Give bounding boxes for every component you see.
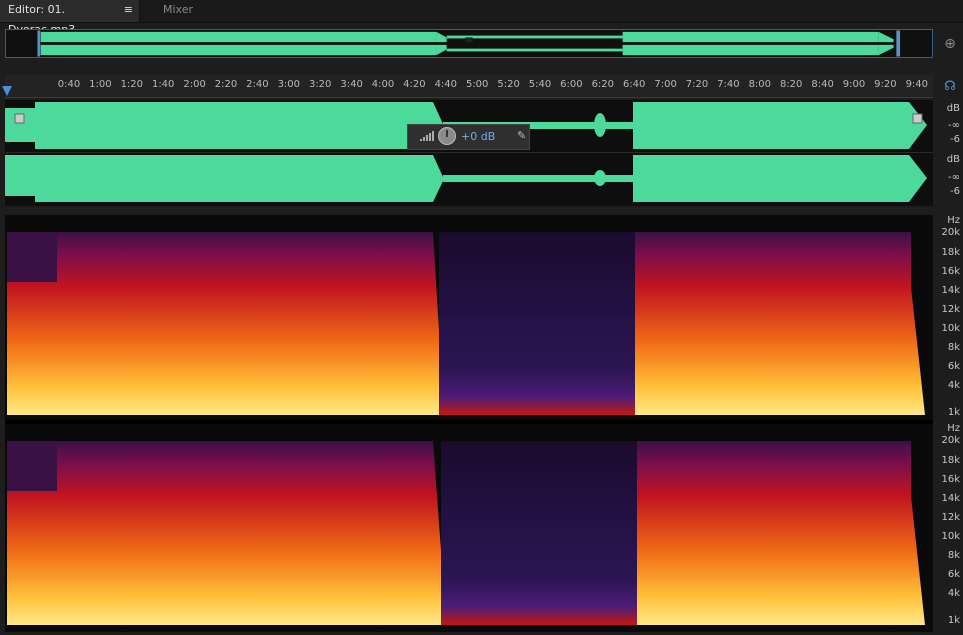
hz-unit: Hz bbox=[947, 215, 960, 226]
ruler-tick-label: 6:00 bbox=[560, 79, 583, 90]
hz-unit: Hz bbox=[947, 423, 960, 434]
ruler-tick-label: 5:40 bbox=[528, 79, 552, 90]
meter-icon bbox=[420, 131, 434, 141]
pin-icon[interactable]: ✎ bbox=[517, 129, 529, 143]
playhead-marker[interactable] bbox=[2, 86, 12, 96]
frequency-label: 1k bbox=[947, 615, 960, 626]
frequency-label: 4k bbox=[947, 380, 960, 391]
ruler-tick-label: 4:40 bbox=[434, 79, 458, 90]
gain-value[interactable]: +0 dB bbox=[461, 130, 495, 143]
frequency-label: 8k bbox=[947, 342, 960, 353]
frequency-label: 16k bbox=[941, 266, 960, 277]
db-unit: dB bbox=[946, 154, 960, 165]
ruler-tick-label: 8:20 bbox=[779, 79, 803, 90]
frequency-scale: Hz 20k 18k 16k 14k 12k 10k 8k 6k 4k 1k Hz 20k 18k 16k 1… bbox=[934, 215, 963, 632]
ruler-tick-label: 9:20 bbox=[874, 79, 897, 90]
spectral-view[interactable] bbox=[5, 215, 933, 632]
frequency-label: 14k bbox=[941, 493, 960, 504]
frequency-label: 6k bbox=[947, 569, 960, 580]
frequency-label: 10k bbox=[941, 323, 960, 334]
ruler-tick-label: 3:00 bbox=[277, 79, 301, 90]
ruler-tick-label: 4:00 bbox=[371, 79, 395, 90]
frequency-label: 12k bbox=[941, 512, 960, 523]
tab-bar: Editor: 01. Dvorac.mp3 ≡ Mixer bbox=[0, 0, 963, 36]
ruler-tick-label: 8:40 bbox=[811, 79, 834, 90]
ruler-tick-label: 4:20 bbox=[403, 79, 426, 90]
ruler-tick-label: 9:40 bbox=[905, 79, 929, 90]
overview-waveform[interactable] bbox=[5, 29, 933, 58]
tab-editor[interactable]: Editor: 01. Dvorac.mp3 ≡ bbox=[0, 0, 140, 36]
frequency-label: 1k bbox=[947, 407, 960, 418]
ruler-tick-label: 2:40 bbox=[246, 79, 269, 90]
ruler-tick-label: 1:40 bbox=[151, 79, 175, 90]
ruler-tick-label: 2:20 bbox=[214, 79, 238, 90]
ruler-tick-label: 1:20 bbox=[120, 79, 144, 90]
ruler-tick-label: 3:20 bbox=[308, 79, 332, 90]
frequency-label: 18k bbox=[941, 247, 960, 258]
ruler-tick-label: 9:00 bbox=[842, 79, 866, 90]
db-neg-6: -6 bbox=[950, 186, 960, 197]
ruler-tick-label: 7:20 bbox=[685, 79, 709, 90]
frequency-label: 4k bbox=[947, 588, 960, 599]
ruler-tick-label: 3:40 bbox=[340, 79, 363, 90]
headphones-icon[interactable]: ☊ bbox=[943, 80, 957, 94]
zoom-icon[interactable]: ⊕ bbox=[941, 35, 959, 53]
tab-menu-icon[interactable]: ≡ bbox=[124, 0, 133, 20]
ruler-tick-label: 6:20 bbox=[591, 79, 615, 90]
ruler-tick-label: 0:40 bbox=[57, 79, 81, 90]
ruler-tick-label: 7:40 bbox=[717, 79, 740, 90]
frequency-label: 12k bbox=[941, 304, 960, 315]
volume-knob[interactable] bbox=[438, 127, 456, 145]
db-neg-infinity: -∞ bbox=[948, 172, 960, 183]
frequency-label: 14k bbox=[941, 285, 960, 296]
waveform-view[interactable] bbox=[5, 100, 933, 206]
tab-mixer[interactable]: Mixer bbox=[155, 0, 201, 22]
time-ruler[interactable]: 0:40 1:00 1:20 1:40 2:00 2:20 2:40 3:00 3:20 3:40… bbox=[5, 75, 933, 98]
frequency-label: 8k bbox=[947, 550, 960, 561]
ruler-tick-label: 5:00 bbox=[465, 79, 489, 90]
frequency-label: 16k bbox=[941, 474, 960, 485]
frequency-label: 18k bbox=[941, 455, 960, 466]
amplitude-scale: dB -∞ -6 dB -∞ -6 bbox=[934, 100, 963, 206]
db-neg-6: -6 bbox=[950, 134, 960, 145]
ruler-tick-label: 1:00 bbox=[89, 79, 112, 90]
frequency-label: 20k bbox=[941, 435, 960, 446]
ruler-tick-label: 8:00 bbox=[748, 79, 772, 90]
frequency-label: 6k bbox=[947, 361, 960, 372]
ruler-tick-label: 2:00 bbox=[183, 79, 206, 90]
ruler-tick-label: 7:00 bbox=[654, 79, 677, 90]
db-unit: dB bbox=[946, 103, 960, 114]
frequency-label: 20k bbox=[941, 227, 960, 238]
frequency-label: 10k bbox=[941, 531, 960, 542]
ruler-tick-label: 5:20 bbox=[497, 79, 520, 90]
ruler-tick-label: 6:40 bbox=[622, 79, 646, 90]
db-neg-infinity: -∞ bbox=[948, 120, 960, 131]
